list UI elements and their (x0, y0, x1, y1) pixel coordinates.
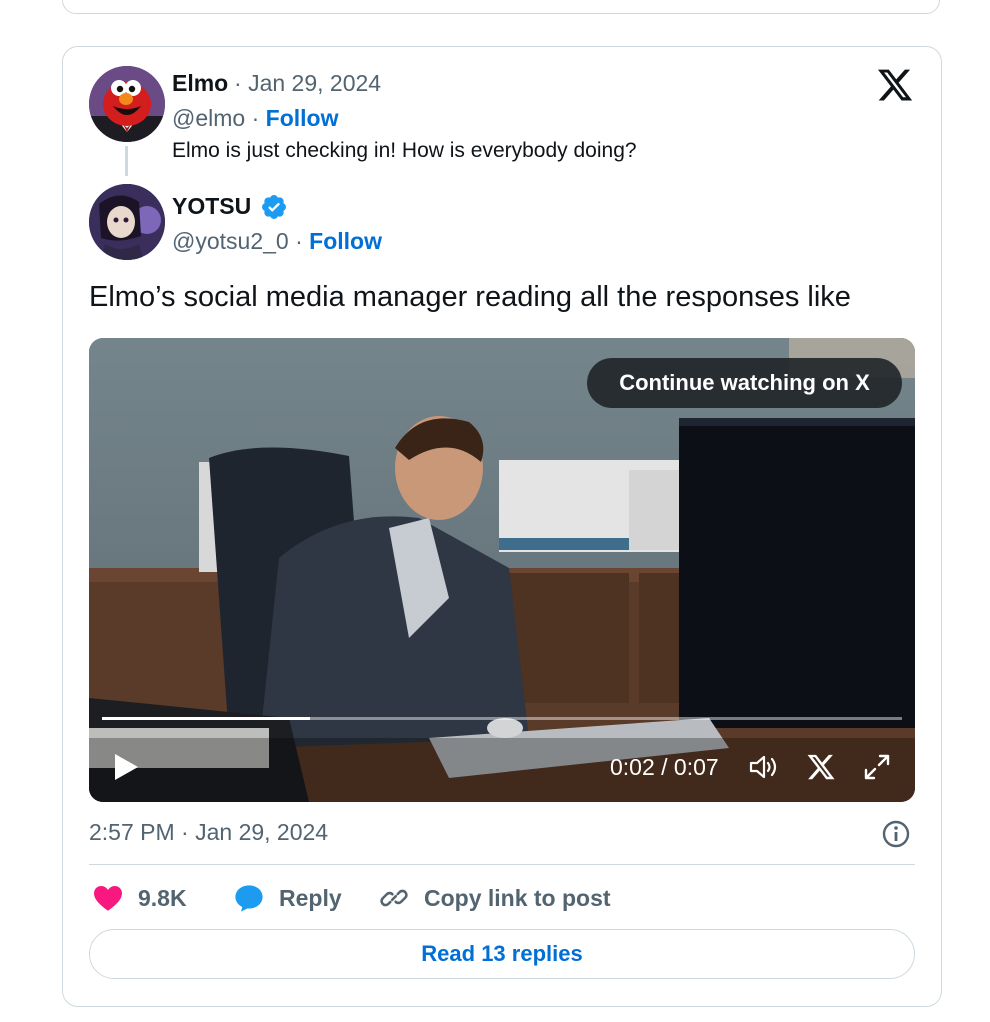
video-progress-fill (102, 717, 310, 720)
link-icon (380, 889, 408, 907)
quoted-date: · Jan 29, 2024 (234, 70, 382, 96)
reply-label: Reply (279, 884, 342, 911)
video-progress-bar[interactable] (102, 717, 902, 720)
thread-connector (125, 146, 128, 176)
divider (89, 864, 915, 865)
handle-row: @yotsu2_0 · Follow (172, 228, 382, 254)
yotsu-avatar-image (89, 184, 165, 260)
read-replies-button[interactable]: Read 13 replies (89, 929, 915, 979)
like-button[interactable]: 9.8K (92, 880, 187, 916)
like-count: 9.8K (138, 884, 187, 911)
volume-icon[interactable] (748, 752, 780, 782)
yotsu-avatar[interactable] (89, 184, 165, 260)
video-time: 0:02 / 0:07 (610, 754, 719, 780)
copy-link-label: Copy link to post (424, 884, 611, 911)
reply-button[interactable]: Reply (233, 880, 342, 916)
quoted-handle[interactable]: @elmo (172, 105, 245, 131)
heart-icon (94, 886, 122, 911)
quoted-date-text: Jan 29, 2024 (248, 70, 382, 96)
continue-watching-button[interactable]: Continue watching on X (587, 358, 902, 408)
x-logo-icon[interactable] (876, 66, 914, 104)
fullscreen-icon[interactable] (862, 752, 892, 782)
reply-bubble-icon (235, 885, 263, 912)
elmo-avatar-image (89, 66, 165, 142)
follow-elmo-button[interactable]: Follow (266, 105, 339, 131)
author-name[interactable]: YOTSU (172, 193, 251, 220)
post-timestamp[interactable]: 2:57 PM · Jan 29, 2024 (89, 819, 328, 846)
verified-badge-icon (262, 195, 286, 219)
elmo-avatar[interactable] (89, 66, 165, 142)
follow-yotsu-button[interactable]: Follow (309, 228, 382, 254)
quoted-post-text: Elmo is just checking in! How is everybo… (172, 139, 637, 162)
copy-link-button[interactable]: Copy link to post (378, 880, 611, 916)
play-icon[interactable] (112, 752, 140, 782)
info-icon[interactable] (880, 818, 912, 850)
author-handle[interactable]: @yotsu2_0 (172, 228, 289, 254)
quoted-handle-row: @elmo · Follow (172, 105, 339, 131)
quoted-author-name[interactable]: Elmo (172, 70, 228, 97)
video-x-logo-icon[interactable] (806, 752, 836, 782)
post-text: Elmo’s social media manager reading all … (89, 281, 851, 313)
previous-embed-card (62, 0, 940, 14)
